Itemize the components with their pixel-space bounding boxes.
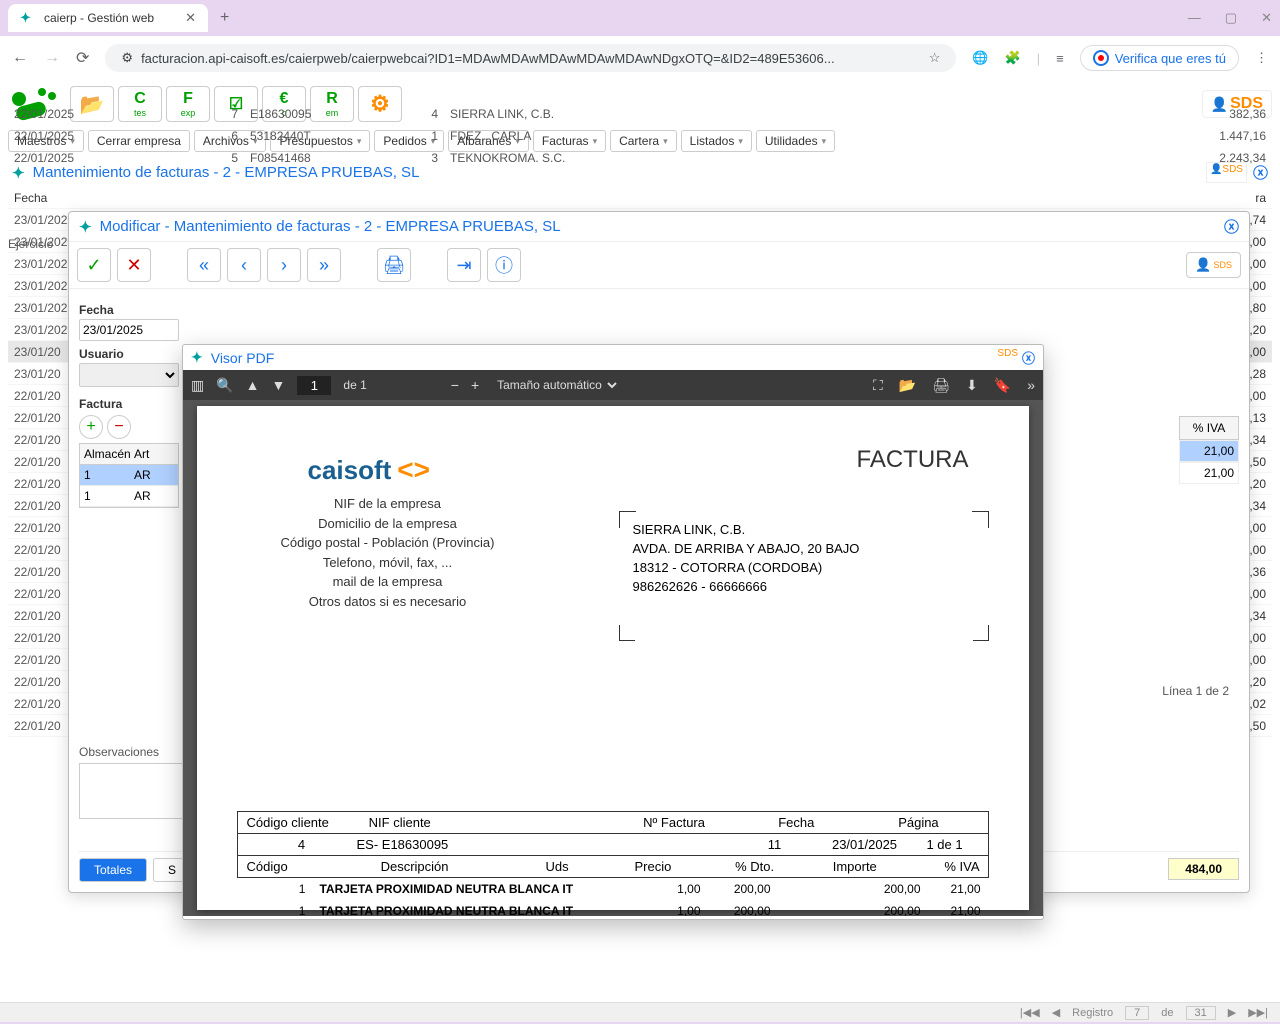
favicon-icon: ✦ [20, 10, 36, 26]
verify-identity-button[interactable]: Verifica que eres tú [1080, 45, 1239, 71]
page-down-icon[interactable]: ▼ [272, 377, 286, 393]
page-up-icon[interactable]: ▲ [246, 377, 260, 393]
invoice-line: 1TARJETA PROXIMIDAD NEUTRA BLANCA IT1,00… [237, 878, 988, 900]
import-button[interactable]: ⇥ [447, 248, 481, 282]
bookmark-pdf-icon[interactable]: 🔖 [994, 377, 1011, 394]
status-bar: |◀◀ ◀ Registro 7 de 31 ▶ ▶▶| [0, 1002, 1280, 1022]
print-pdf-icon[interactable]: 🖨 [932, 377, 950, 394]
window-controls: — ▢ ✕ [1188, 10, 1272, 26]
zoom-in-icon[interactable]: + [471, 377, 479, 393]
close-window-icon[interactable]: ✕ [1261, 10, 1272, 26]
line-counter: Línea 1 de 2 [1162, 684, 1229, 698]
pdf-viewer-title: Visor PDF [211, 350, 275, 366]
page-number-input[interactable] [297, 376, 331, 395]
extension-globe-icon[interactable]: 🌐 [972, 50, 988, 66]
nav-next-button[interactable]: › [267, 248, 301, 282]
extensions-icon[interactable]: 🧩 [1005, 50, 1021, 66]
customer-address-box: SIERRA LINK, C.B.AVDA. DE ARRIBA Y ABAJO… [619, 511, 989, 641]
usuario-label: Usuario [79, 347, 179, 361]
iva-column: % IVA 21,0021,00 [1179, 416, 1239, 484]
pdf-sds-badge: SDS [997, 348, 1018, 367]
zoom-out-icon[interactable]: − [451, 377, 459, 393]
pdf-close-icon[interactable]: ⓧ [1022, 348, 1035, 367]
reload-icon[interactable]: ⟳ [76, 48, 89, 68]
form-left-column: Fecha Usuario Factura + − AlmacénArt 1AR… [79, 297, 179, 508]
browser-nav-bar: ← → ⟳ ⚙ facturacion.api-caisoft.es/caier… [0, 36, 1280, 80]
browser-tab[interactable]: ✦ caierp - Gestión web ✕ [8, 4, 208, 32]
remove-line-button[interactable]: − [107, 415, 131, 439]
fecha-label: Fecha [79, 303, 179, 317]
nav-prev-button[interactable]: ‹ [227, 248, 261, 282]
pdf-toolbar: ▥ 🔍 ▲ ▼ de 1 − + Tamaño automático ⛶ 📂 🖨… [183, 370, 1043, 400]
new-tab-button[interactable]: + [212, 9, 237, 27]
search-icon[interactable]: 🔍 [216, 377, 233, 394]
minimize-icon[interactable]: — [1188, 10, 1201, 26]
iva-value: 21,00 [1179, 462, 1239, 484]
iva-value: 21,00 [1179, 440, 1239, 462]
nav-first-button[interactable]: « [187, 248, 221, 282]
total-amount: 484,00 [1168, 858, 1239, 880]
record-number: 7 [1125, 1006, 1149, 1020]
modal-close-icon[interactable]: ⓧ [1224, 216, 1239, 237]
bg-bottom-row[interactable]: 22/01/20255F085414683TEKNOKROMA. S.C.2.2… [8, 147, 1272, 169]
pdf-canvas[interactable]: FACTURA caisoft<> NIF de la empresaDomic… [183, 400, 1043, 916]
company-info: NIF de la empresaDomicilio de la empresa… [237, 494, 537, 611]
bg-bottom-row[interactable]: 22/01/20257E186300954SIERRA LINK, C.B.38… [8, 103, 1272, 125]
nav-fwd-icon[interactable]: ▶ [1228, 1006, 1236, 1019]
zoom-select[interactable]: Tamaño automático [491, 375, 620, 395]
factura-label: Factura [79, 397, 179, 411]
url-text: facturacion.api-caisoft.es/caierpweb/cai… [141, 51, 835, 66]
tab-close-icon[interactable]: ✕ [185, 10, 196, 26]
confirm-button[interactable]: ✓ [77, 248, 111, 282]
url-bar[interactable]: ⚙ facturacion.api-caisoft.es/caierpweb/c… [105, 44, 956, 72]
modal-title: Modificar - Mantenimiento de facturas - … [100, 218, 561, 235]
fullscreen-icon[interactable]: ⛶ [873, 377, 883, 394]
open-file-icon[interactable]: 📂 [899, 377, 916, 394]
record-total: 31 [1186, 1006, 1216, 1020]
info-button[interactable]: ⓘ [487, 248, 521, 282]
pdf-viewer-window: ✦ Visor PDF SDS ⓧ ▥ 🔍 ▲ ▼ de 1 − + Tamañ… [182, 344, 1044, 920]
pdf-viewer-icon: ✦ [191, 349, 203, 366]
verify-icon [1093, 50, 1109, 66]
browser-tab-bar: ✦ caierp - Gestión web ✕ + — ▢ ✕ [0, 0, 1280, 36]
tab-title: caierp - Gestión web [44, 11, 177, 25]
bg-bottom-row[interactable]: 22/01/2025653182440T1FDEZ , CARLA1.447,1… [8, 125, 1272, 147]
nav-first-icon[interactable]: |◀◀ [1020, 1006, 1040, 1019]
bookmark-icon[interactable]: ☆ [929, 50, 941, 66]
cancel-button[interactable]: ✕ [117, 248, 151, 282]
nav-end-icon[interactable]: ▶▶| [1248, 1006, 1268, 1019]
reader-icon[interactable]: ≡ [1056, 51, 1064, 66]
tools-icon[interactable]: » [1027, 377, 1035, 394]
add-line-button[interactable]: + [79, 415, 103, 439]
maximize-icon[interactable]: ▢ [1225, 10, 1237, 26]
pdf-page: FACTURA caisoft<> NIF de la empresaDomic… [197, 406, 1028, 910]
browser-menu-icon[interactable]: ⋮ [1255, 50, 1268, 66]
invoice-line: 1TARJETA PROXIMIDAD NEUTRA BLANCA IT1,00… [237, 900, 988, 916]
print-button[interactable]: 🖨 [377, 248, 411, 282]
nav-last-button[interactable]: » [307, 248, 341, 282]
invoice-meta-table: Código cliente NIF cliente Nº Factura Fe… [237, 811, 988, 916]
forward-icon[interactable]: → [44, 49, 60, 67]
sidebar-toggle-icon[interactable]: ▥ [191, 377, 204, 394]
modal-toolbar: ✓ ✕ « ‹ › » 🖨 ⇥ ⓘ 👤 [69, 242, 1249, 289]
bg-bottom-rows: 22/01/20257E186300954SIERRA LINK, C.B.38… [8, 103, 1272, 169]
usuario-select[interactable] [79, 363, 179, 387]
page-of-label: de 1 [343, 378, 366, 392]
mini-table-row[interactable]: 1AR [80, 486, 178, 507]
download-icon[interactable]: ⬇ [966, 377, 978, 394]
back-icon[interactable]: ← [12, 49, 28, 67]
mini-table-row[interactable]: 1AR [80, 465, 178, 486]
modal-icon: ✦ [79, 218, 92, 236]
fecha-input[interactable] [79, 319, 179, 341]
invoice-title: FACTURA [857, 446, 969, 474]
user-badge[interactable]: 👤 [1186, 252, 1241, 278]
site-settings-icon[interactable]: ⚙ [121, 50, 133, 66]
nav-back-icon[interactable]: ◀ [1052, 1006, 1060, 1019]
invoice-lines-mini-table: AlmacénArt 1AR1AR [79, 443, 179, 508]
